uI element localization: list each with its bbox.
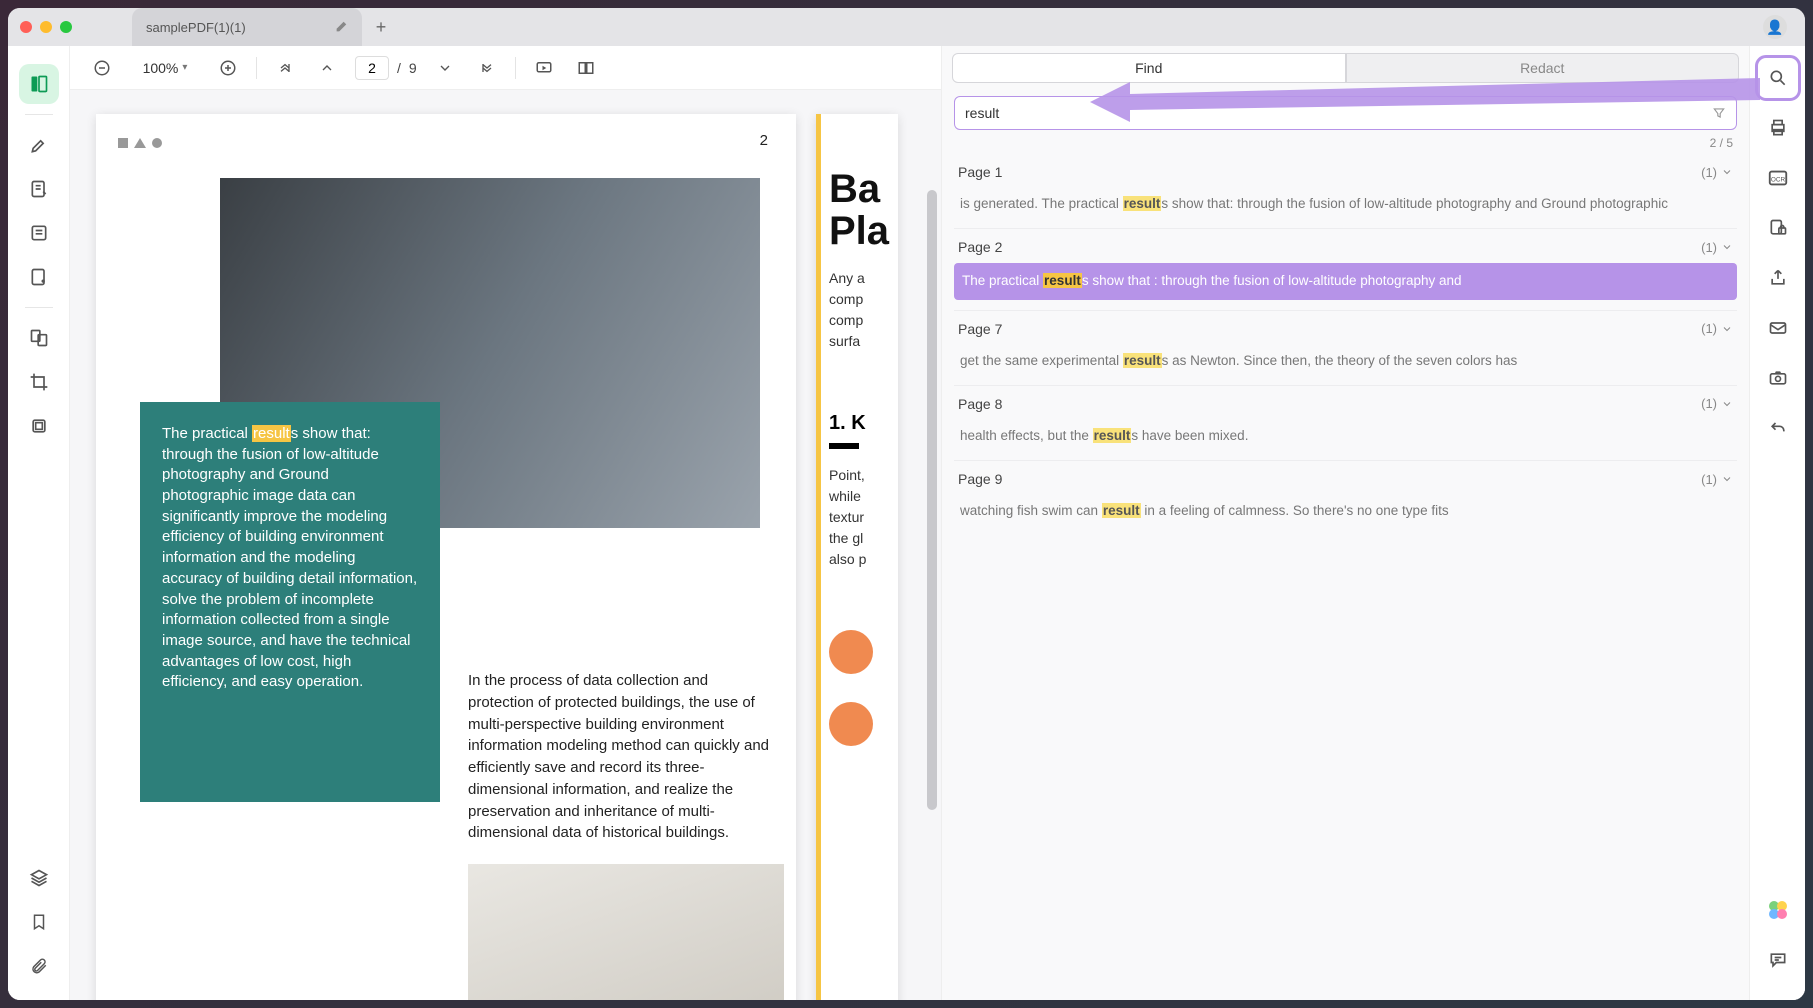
ocr-button[interactable]: OCR (1760, 160, 1796, 196)
thumbnails-toggle[interactable] (19, 64, 59, 104)
page-decorations (118, 138, 162, 148)
bookmark-button[interactable] (19, 902, 59, 942)
mail-button[interactable] (1760, 310, 1796, 346)
right-toolbar: OCR (1749, 46, 1805, 1000)
result-snippet[interactable]: is generated. The practical results show… (954, 188, 1737, 228)
edit-page-tool[interactable] (19, 257, 59, 297)
page-body-text: In the process of data collection and pr… (468, 670, 776, 844)
result-group-header[interactable]: Page 7 (1) (954, 311, 1737, 345)
search-results-list: Page 1 (1) is generated. The practical r… (942, 154, 1749, 1000)
prev-page-button[interactable] (313, 54, 341, 82)
window-minimize-button[interactable] (40, 21, 52, 33)
result-count: (1) (1701, 240, 1733, 255)
pdf-page: 2 The practical results show that: throu… (96, 114, 796, 1000)
annotate-tool[interactable] (19, 169, 59, 209)
window-close-button[interactable] (20, 21, 32, 33)
result-count: (1) (1701, 321, 1733, 336)
search-input[interactable] (965, 105, 1712, 121)
print-button[interactable] (1760, 110, 1796, 146)
vertical-scrollbar-track[interactable] (927, 130, 937, 990)
result-snippet[interactable]: health effects, but the results have bee… (954, 420, 1737, 460)
result-count: (1) (1701, 472, 1733, 487)
page-total: 9 (409, 60, 417, 76)
tab-redact[interactable]: Redact (1346, 53, 1740, 83)
lock-button[interactable] (1760, 210, 1796, 246)
left-toolbar (8, 46, 70, 1000)
zoom-level-select[interactable]: 100% ▾ (130, 58, 200, 78)
search-panel: Find Redact 2 / 5 Page 1 (1) is generate… (941, 46, 1749, 1000)
page-image-2 (468, 864, 784, 1000)
result-page-label: Page 8 (958, 396, 1002, 412)
result-group-header[interactable]: Page 9 (1) (954, 461, 1737, 495)
page-indicator: / 9 (355, 56, 417, 80)
stamp-tool[interactable] (19, 406, 59, 446)
zoom-out-button[interactable] (88, 54, 116, 82)
result-page-label: Page 9 (958, 471, 1002, 487)
first-page-button[interactable] (271, 54, 299, 82)
document-tab[interactable]: samplePDF(1)(1) (132, 8, 362, 46)
highlighter-tool[interactable] (19, 125, 59, 165)
tab-title: samplePDF(1)(1) (146, 20, 246, 35)
result-count: (1) (1701, 396, 1733, 411)
result-count: (1) (1701, 165, 1733, 180)
result-group-header[interactable]: Page 2 (1) (954, 229, 1737, 263)
svg-text:OCR: OCR (1770, 177, 1785, 184)
attachment-button[interactable] (19, 946, 59, 986)
result-page-label: Page 2 (958, 239, 1002, 255)
result-group-header[interactable]: Page 1 (1) (954, 154, 1737, 188)
last-page-button[interactable] (473, 54, 501, 82)
next-page-button[interactable] (431, 54, 459, 82)
result-counter: 2 / 5 (942, 130, 1749, 154)
result-snippet[interactable]: watching fish swim can result in a feeli… (954, 495, 1737, 535)
search-button[interactable] (1760, 60, 1796, 96)
document-viewport[interactable]: 2 The practical results show that: throu… (70, 90, 941, 1000)
search-input-container (954, 96, 1737, 130)
share-button[interactable] (1760, 260, 1796, 296)
result-snippet[interactable]: The practical results show that : throug… (954, 263, 1737, 299)
vertical-scrollbar-thumb[interactable] (927, 190, 937, 810)
user-avatar[interactable]: 👤 (1763, 15, 1787, 39)
window-zoom-button[interactable] (60, 21, 72, 33)
presentation-button[interactable] (530, 54, 558, 82)
result-page-label: Page 7 (958, 321, 1002, 337)
page-number-input[interactable] (355, 56, 389, 80)
page-number-label: 2 (760, 132, 768, 149)
crop-tool[interactable] (19, 362, 59, 402)
filter-icon[interactable] (1712, 106, 1726, 120)
result-page-label: Page 1 (958, 164, 1002, 180)
undo-button[interactable] (1760, 410, 1796, 446)
page-separator: / (397, 60, 401, 76)
result-snippet[interactable]: get the same experimental results as New… (954, 345, 1737, 385)
form-tool[interactable] (19, 213, 59, 253)
rename-tab-icon[interactable] (334, 20, 348, 34)
result-group-header[interactable]: Page 8 (1) (954, 386, 1737, 420)
search-highlight: result (252, 425, 291, 442)
highlighted-text-box: The practical results show that: through… (140, 402, 440, 802)
titlebar: samplePDF(1)(1) + 👤 (8, 8, 1805, 46)
app-logo-icon[interactable] (1760, 892, 1796, 928)
reading-mode-button[interactable] (572, 54, 600, 82)
pdf-page-next: BaPla Any a comp comp surfa 1. K Point, … (816, 114, 898, 1000)
new-tab-button[interactable]: + (368, 14, 394, 40)
screenshot-button[interactable] (1760, 360, 1796, 396)
comment-button[interactable] (1760, 942, 1796, 978)
zoom-level-value: 100% (143, 60, 179, 76)
zoom-in-button[interactable] (214, 54, 242, 82)
view-toolbar: 100% ▾ / 9 (70, 46, 941, 90)
tab-find[interactable]: Find (952, 53, 1346, 83)
convert-tool[interactable] (19, 318, 59, 358)
layers-button[interactable] (19, 858, 59, 898)
chevron-down-icon: ▾ (182, 62, 187, 73)
